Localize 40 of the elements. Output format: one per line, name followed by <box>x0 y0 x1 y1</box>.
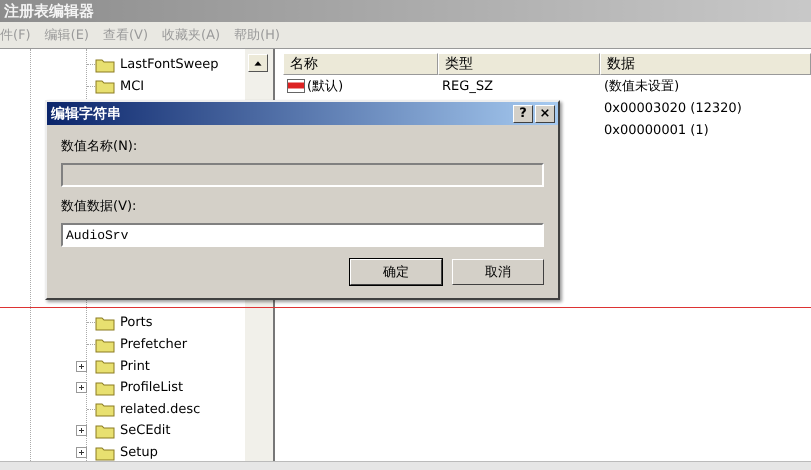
close-button[interactable]: × <box>535 104 555 122</box>
scroll-up-button[interactable] <box>248 54 268 72</box>
tree-item[interactable]: SeCEdit <box>120 423 171 438</box>
column-header[interactable]: 数据 <box>600 53 811 75</box>
table-cell: REG_SZ <box>442 78 493 94</box>
folder-icon <box>95 358 115 374</box>
expand-icon[interactable] <box>76 360 87 372</box>
value-data-field[interactable]: AudioSrv <box>61 223 544 247</box>
expand-icon[interactable] <box>76 382 87 394</box>
help-button[interactable]: ? <box>513 104 533 122</box>
folder-icon <box>95 401 115 418</box>
tree-item[interactable]: LastFontSweep <box>120 57 219 72</box>
folder-icon <box>95 336 115 353</box>
tree-item[interactable]: Prefetcher <box>120 337 188 352</box>
folder-icon <box>95 314 115 331</box>
folder-icon <box>95 56 115 73</box>
dialog-title: 编辑字符串 <box>51 104 122 122</box>
field-label: 数值数据(V): <box>61 198 138 216</box>
window-title: 注册表编辑器 <box>4 2 94 20</box>
table-cell-text: (默认) <box>307 78 344 95</box>
tree-item[interactable]: related.desc <box>120 402 200 417</box>
tree-item[interactable]: ProfileList <box>120 380 184 396</box>
field-label: 数值名称(N): <box>61 138 138 156</box>
table-cell-text: (数值未设置) <box>604 78 680 95</box>
table-cell: 0x00000001 (1) <box>604 122 709 138</box>
dialog-button[interactable]: 确定 <box>350 259 442 285</box>
tree-item[interactable]: Ports <box>120 315 153 330</box>
folder-icon <box>95 78 115 94</box>
folder-icon <box>95 422 115 439</box>
dialog-button[interactable]: 取消 <box>452 259 544 285</box>
column-header[interactable]: 名称 <box>283 53 438 75</box>
folder-icon <box>95 380 115 396</box>
tree-item[interactable]: Print <box>120 358 150 374</box>
expand-icon[interactable] <box>76 447 87 458</box>
tree-item[interactable]: Setup <box>120 445 158 460</box>
table-cell: 0x00003020 (12320) <box>604 100 742 116</box>
column-header[interactable]: 类型 <box>438 53 600 75</box>
tree-item[interactable]: MCI <box>120 78 144 94</box>
expand-icon[interactable] <box>76 425 87 436</box>
string-value-icon <box>287 79 305 93</box>
